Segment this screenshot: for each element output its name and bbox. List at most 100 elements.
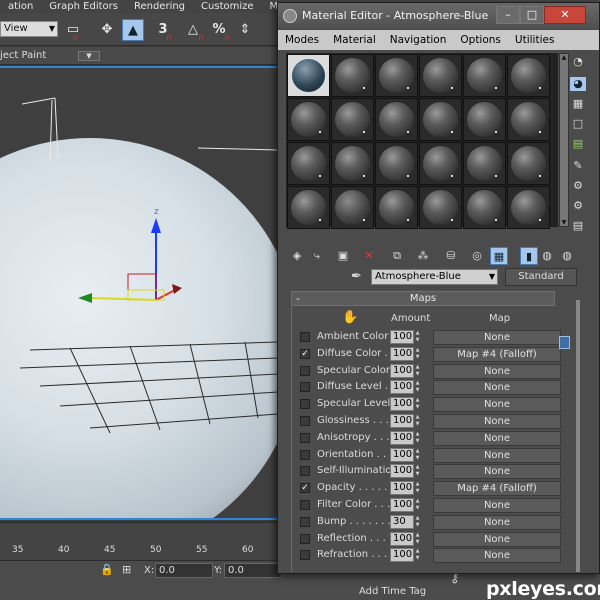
menu-item-rendering[interactable]: Rendering [126,0,193,13]
material-sample-slot[interactable] [507,98,550,141]
map-slot-button[interactable]: None [433,414,561,429]
reset-material-icon[interactable]: ✕ [360,247,378,265]
material-sample-slot[interactable] [463,54,506,97]
material-sample-slot[interactable] [375,142,418,185]
map-amount-field[interactable]: 100 [390,346,414,361]
amount-spinner[interactable]: ▲ ▼ [414,364,421,378]
y-coord-field[interactable]: 0.0 [224,563,282,578]
reference-coordinate-dropdown[interactable]: View ▼ [0,21,58,37]
make-unique-icon[interactable]: ⁂ [414,247,432,265]
menu-utilities[interactable]: Utilities [508,30,562,50]
timeline-ruler[interactable]: 35 40 45 50 55 60 65 [0,522,289,560]
material-sample-slot[interactable] [287,98,330,141]
scroll-down-icon[interactable]: ▼ [560,219,568,226]
map-slot-button[interactable]: None [433,464,561,480]
backlight-icon[interactable]: ◕ [570,77,586,91]
material-sample-slot[interactable] [331,54,374,97]
material-map-navigator-icon[interactable]: ▤ [570,219,586,233]
move-icon[interactable]: ✥ [96,19,118,41]
options-icon[interactable]: ⚙ [570,179,586,193]
map-amount-field[interactable]: 100 [390,548,414,563]
map-amount-field[interactable]: 100 [390,363,414,378]
material-sample-slot[interactable] [419,186,462,229]
map-enable-checkbox[interactable]: ✓ [300,483,310,494]
map-link-icon[interactable] [559,336,570,349]
map-enable-checkbox[interactable]: ✓ [300,348,310,359]
get-material-icon[interactable]: ◈ [288,247,306,265]
select-by-material-icon[interactable]: ⚙ [570,199,586,213]
menu-material[interactable]: Material [326,30,383,50]
material-sample-slot[interactable] [419,98,462,141]
amount-spinner[interactable]: ▲ ▼ [414,448,421,462]
map-slot-button[interactable]: None [433,330,561,345]
map-enable-checkbox[interactable] [300,432,310,443]
map-slot-button[interactable]: Map #4 (Falloff) [433,481,561,497]
make-copy-icon[interactable]: ⧉ [388,247,406,265]
material-sample-slot[interactable] [331,98,374,141]
put-to-scene-icon[interactable]: ⤷ [308,247,326,265]
minimize-button[interactable]: – [496,6,520,24]
make-preview-icon[interactable]: ✎ [570,159,586,173]
map-slot-button[interactable]: None [433,514,561,530]
material-sample-slot[interactable] [375,186,418,229]
amount-spinner[interactable]: ▲ ▼ [414,532,421,546]
go-to-parent-icon[interactable]: ◍ [538,247,556,265]
lock-icon[interactable]: 🔒 [100,563,114,576]
absolute-mode-icon[interactable]: ⊞ [122,563,131,576]
material-sample-slot[interactable] [287,142,330,185]
sample-uv-tiling-icon[interactable]: □ [570,117,586,131]
go-forward-to-sibling-icon[interactable]: ◍ [558,247,576,265]
map-enable-checkbox[interactable] [300,382,310,393]
map-enable-checkbox[interactable] [300,550,310,561]
close-button[interactable]: ✕ [544,6,586,24]
perspective-viewport[interactable]: z [0,66,278,520]
menu-item-animation[interactable]: ation [0,0,41,13]
select-object-icon[interactable]: ▲ [122,19,144,41]
map-slot-button[interactable]: None [433,397,561,413]
map-slot-button[interactable]: None [433,498,561,513]
map-amount-field[interactable]: 100 [390,481,414,496]
menu-options[interactable]: Options [453,30,508,50]
material-sample-slot[interactable] [463,186,506,229]
map-amount-field[interactable]: 100 [390,531,414,546]
map-amount-field[interactable]: 30 [390,514,414,529]
amount-spinner[interactable]: ▲ ▼ [414,548,421,562]
map-enable-checkbox[interactable] [300,500,310,510]
menu-navigation[interactable]: Navigation [383,30,454,50]
map-slot-button[interactable]: None [433,548,561,564]
material-sample-slot[interactable] [375,98,418,141]
material-sample-slot[interactable] [331,142,374,185]
amount-spinner[interactable]: ▲ ▼ [414,347,421,361]
material-name-field[interactable]: Atmosphere-Blue [371,269,498,285]
map-amount-field[interactable]: 100 [390,414,414,428]
spinner-snap-icon[interactable]: ⇕ [234,19,256,41]
map-enable-checkbox[interactable] [300,365,310,376]
material-sample-slot[interactable] [419,142,462,185]
sample-type-icon[interactable]: ◔ [570,55,586,69]
map-amount-field[interactable]: 100 [390,397,414,412]
slot-scrollbar[interactable]: ▲ ▼ [559,53,569,227]
amount-spinner[interactable]: ▲ ▼ [414,330,421,344]
map-slot-button[interactable]: Map #4 (Falloff) [433,346,561,362]
x-coord-field[interactable]: 0.0 [155,563,213,578]
material-sample-slot[interactable] [287,186,330,229]
menu-modes[interactable]: Modes [278,30,326,50]
map-amount-field[interactable]: 100 [390,464,414,479]
amount-spinner[interactable]: ▲ ▼ [414,481,421,495]
amount-spinner[interactable]: ▲ ▼ [414,464,421,478]
material-sample-slot[interactable] [507,142,550,185]
material-sample-slot[interactable] [331,186,374,229]
amount-spinner[interactable]: ▲ ▼ [414,414,421,428]
ribbon-dropdown[interactable]: ▼ [78,51,100,61]
material-sample-slot[interactable] [507,186,550,229]
maps-rollout-header[interactable]: - Maps [291,291,555,306]
assign-to-selection-icon[interactable]: ▣ [334,247,352,265]
amount-spinner[interactable]: ▲ ▼ [414,380,421,394]
map-enable-checkbox[interactable] [300,466,310,477]
map-amount-field[interactable]: 100 [390,498,414,512]
map-enable-checkbox[interactable] [300,416,310,426]
panel-scrollbar[interactable] [576,300,580,572]
material-editor-titlebar[interactable]: Material Editor - Atmosphere-Blue – □ ✕ [278,3,599,29]
material-sample-slot[interactable] [287,54,330,97]
add-time-tag-button[interactable]: Add Time Tag [359,586,426,597]
